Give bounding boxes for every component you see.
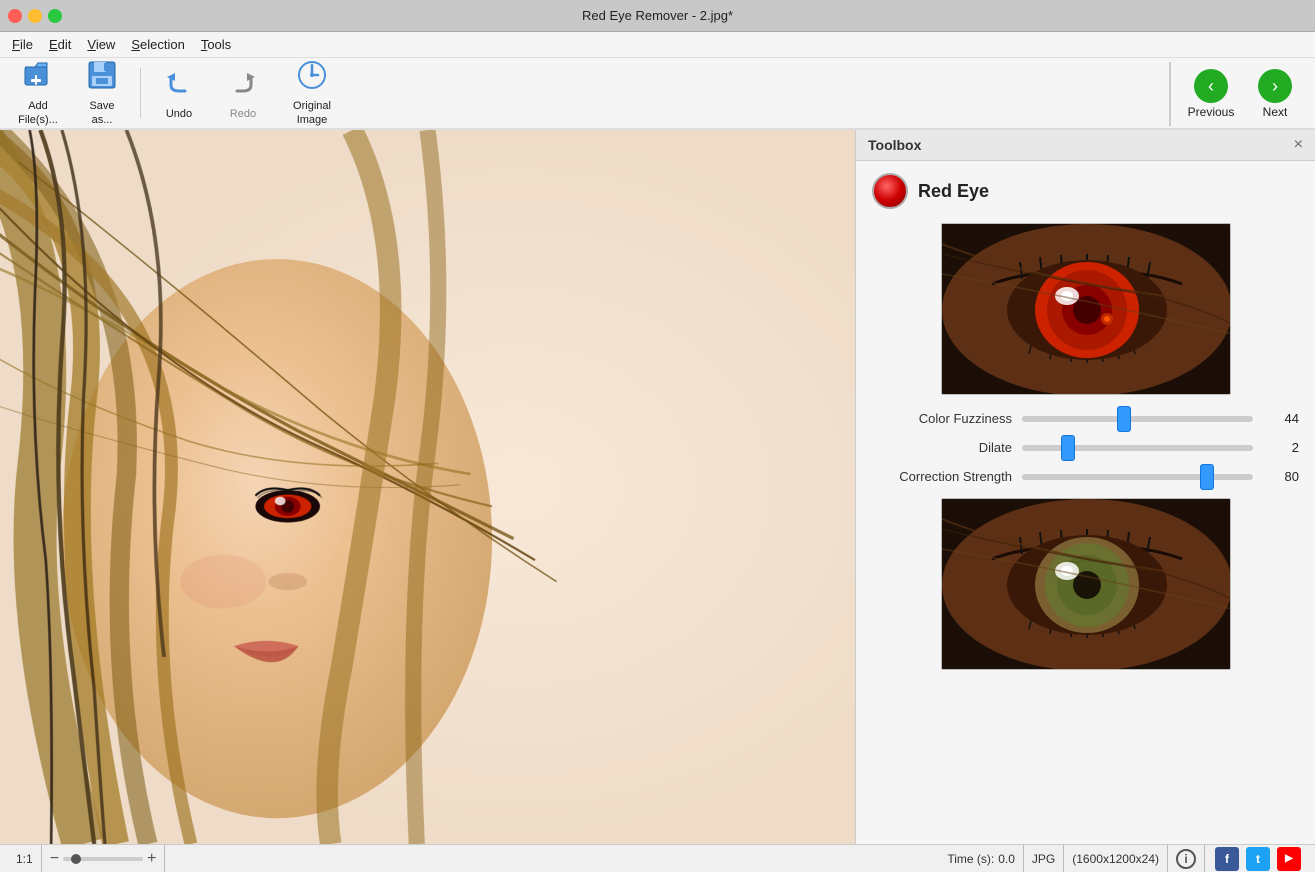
add-files-icon: [22, 59, 54, 98]
add-files-button[interactable]: AddFile(s)...: [8, 61, 68, 125]
menubar: File Edit View Selection Tools: [0, 32, 1315, 58]
social-icons: f t ▶: [1205, 847, 1307, 871]
undo-icon: [163, 67, 195, 106]
window-controls[interactable]: [8, 9, 62, 23]
next-icon: ›: [1258, 69, 1292, 103]
dilate-value: 2: [1263, 440, 1299, 455]
main-content: Toolbox × Red Eye: [0, 130, 1315, 844]
undo-label: Undo: [166, 108, 192, 120]
color-fuzziness-track[interactable]: [1022, 416, 1253, 422]
toolbox-title: Toolbox: [868, 137, 921, 153]
red-eye-label: Red Eye: [918, 181, 989, 202]
toolbar: AddFile(s)... Saveas... Undo: [0, 58, 1315, 130]
redo-button[interactable]: Redo: [213, 61, 273, 125]
zoom-ratio: 1:1: [16, 852, 33, 866]
dilate-row: Dilate 2: [872, 440, 1299, 455]
zoom-slider-section[interactable]: − +: [42, 845, 166, 872]
window-title: Red Eye Remover - 2.jpg*: [582, 8, 733, 23]
correction-strength-track[interactable]: [1022, 474, 1253, 480]
original-image-button[interactable]: OriginalImage: [277, 61, 347, 125]
previous-button[interactable]: ‹ Previous: [1179, 62, 1243, 126]
zoom-control[interactable]: − +: [50, 850, 157, 868]
youtube-icon[interactable]: ▶: [1277, 847, 1301, 871]
zoom-ratio-section: 1:1: [8, 845, 42, 872]
original-image-label: OriginalImage: [293, 100, 331, 126]
close-button[interactable]: [8, 9, 22, 23]
menu-selection[interactable]: Selection: [123, 35, 192, 54]
zoom-out-button[interactable]: −: [50, 850, 59, 868]
save-as-label: Saveas...: [89, 100, 114, 126]
format-label: JPG: [1032, 852, 1055, 866]
next-button[interactable]: › Next: [1243, 62, 1307, 126]
maximize-button[interactable]: [48, 9, 62, 23]
correction-strength-label: Correction Strength: [872, 469, 1012, 484]
menu-view[interactable]: View: [79, 35, 123, 54]
correction-strength-value: 80: [1263, 469, 1299, 484]
previous-icon: ‹: [1194, 69, 1228, 103]
main-canvas: [0, 130, 855, 844]
dilate-label: Dilate: [872, 440, 1012, 455]
dimensions-label: (1600x1200x24): [1072, 852, 1159, 866]
save-as-button[interactable]: Saveas...: [72, 61, 132, 125]
color-fuzziness-thumb[interactable]: [1117, 406, 1131, 432]
toolbox-close-button[interactable]: ×: [1294, 136, 1303, 154]
menu-tools[interactable]: Tools: [193, 35, 239, 54]
info-section[interactable]: i: [1168, 845, 1205, 872]
next-label: Next: [1263, 105, 1288, 119]
toolbox-body: Red Eye: [856, 161, 1315, 844]
redo-label: Redo: [230, 108, 256, 120]
after-preview-image: [942, 499, 1231, 670]
before-preview: [941, 223, 1231, 395]
zoom-track[interactable]: [63, 857, 143, 861]
dimensions-section: (1600x1200x24): [1064, 845, 1168, 872]
add-files-label: AddFile(s)...: [18, 100, 58, 126]
dilate-track[interactable]: [1022, 445, 1253, 451]
before-preview-image: [942, 224, 1231, 395]
color-fuzziness-value: 44: [1263, 411, 1299, 426]
time-label: Time (s):: [947, 852, 994, 866]
zoom-in-button[interactable]: +: [147, 850, 156, 868]
nav-buttons: ‹ Previous › Next: [1169, 62, 1307, 126]
red-eye-header: Red Eye: [872, 173, 1299, 209]
toolbar-separator-1: [140, 68, 141, 118]
undo-button[interactable]: Undo: [149, 61, 209, 125]
menu-edit[interactable]: Edit: [41, 35, 79, 54]
canvas-area[interactable]: [0, 130, 855, 844]
dilate-thumb[interactable]: [1061, 435, 1075, 461]
titlebar: Red Eye Remover - 2.jpg*: [0, 0, 1315, 32]
twitter-icon[interactable]: t: [1246, 847, 1270, 871]
after-preview: [941, 498, 1231, 670]
format-section: JPG: [1024, 845, 1064, 872]
toolbox-header: Toolbox ×: [856, 130, 1315, 161]
minimize-button[interactable]: [28, 9, 42, 23]
statusbar: 1:1 − + Time (s): 0.0 JPG (1600x1200x24)…: [0, 844, 1315, 872]
color-fuzziness-label: Color Fuzziness: [872, 411, 1012, 426]
correction-strength-row: Correction Strength 80: [872, 469, 1299, 484]
red-eye-icon: [872, 173, 908, 209]
correction-strength-thumb[interactable]: [1200, 464, 1214, 490]
menu-file[interactable]: File: [4, 35, 41, 54]
info-icon[interactable]: i: [1176, 849, 1196, 869]
time-section: Time (s): 0.0: [939, 845, 1024, 872]
redo-icon: [227, 67, 259, 106]
toolbox-panel: Toolbox × Red Eye: [855, 130, 1315, 844]
color-fuzziness-row: Color Fuzziness 44: [872, 411, 1299, 426]
previous-label: Previous: [1188, 105, 1235, 119]
time-value: 0.0: [998, 852, 1015, 866]
original-image-icon: [296, 59, 328, 98]
save-as-icon: [86, 59, 118, 98]
zoom-thumb[interactable]: [71, 854, 81, 864]
facebook-icon[interactable]: f: [1215, 847, 1239, 871]
